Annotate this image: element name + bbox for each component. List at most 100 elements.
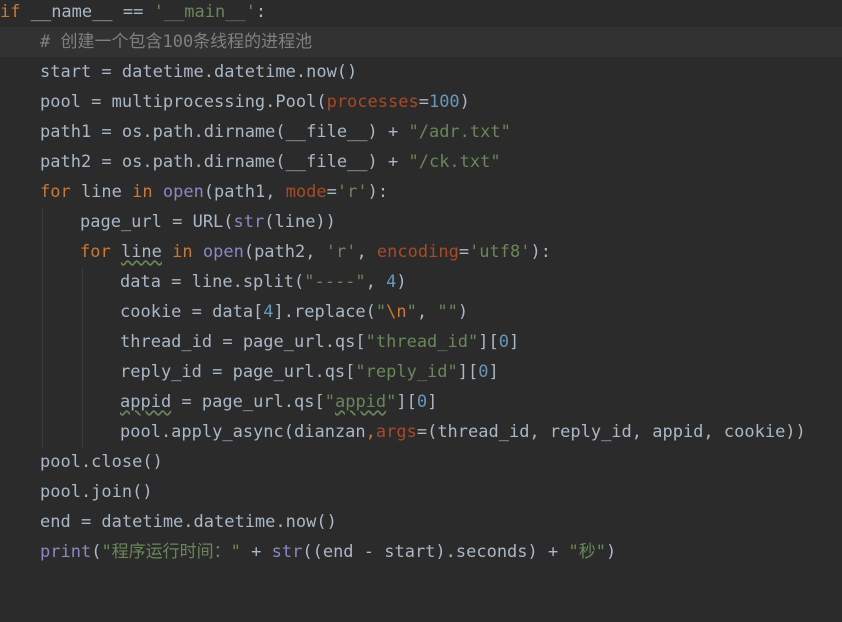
code-token: 4 — [263, 302, 274, 322]
code-token: ) — [457, 302, 469, 322]
code-text: path1 = os.path.dirname(__file__) + "/ad… — [40, 117, 511, 147]
code-token: == — [112, 2, 154, 22]
code-text: for line in open(path1, mode='r'): — [40, 177, 388, 207]
code-token: line — [80, 182, 133, 202]
code-text: pool = multiprocessing.Pool(processes=10… — [40, 87, 470, 117]
code-line[interactable]: for line in open(path1, mode='r'): — [0, 177, 842, 207]
code-token: , — [365, 422, 376, 442]
code-token: , — [356, 242, 377, 262]
code-token: " — [386, 392, 397, 412]
code-token: mode — [285, 182, 327, 202]
code-token: reply_id = page_url.qs[ — [120, 362, 356, 382]
code-token: 100 — [428, 92, 460, 112]
code-token: = page_url.qs[ — [171, 392, 325, 412]
code-token: "thread_id" — [365, 332, 479, 352]
code-token: end = datetime.datetime.now() — [40, 512, 337, 532]
code-token: path1 = os.path.dirname( — [40, 122, 286, 142]
code-text: reply_id = page_url.qs["reply_id"][0] — [120, 357, 499, 387]
code-text: thread_id = page_url.qs["thread_id"][0] — [120, 327, 519, 357]
code-token: ): — [530, 242, 551, 262]
code-line[interactable]: page_url = URL(str(line)) — [0, 207, 842, 237]
code-token: ): — [367, 182, 389, 202]
code-token: 0 — [498, 332, 509, 352]
code-token: ][ — [396, 392, 417, 412]
code-line[interactable]: reply_id = page_url.qs["reply_id"][0] — [0, 357, 842, 387]
code-token: __name__ — [30, 2, 113, 22]
code-token: ] — [508, 332, 520, 352]
code-text: appid = page_url.qs["appid"][0] — [120, 387, 437, 417]
code-token: ) + — [367, 122, 409, 142]
code-token: args — [375, 422, 417, 442]
code-token: open — [202, 242, 244, 262]
code-token: ][ — [478, 332, 499, 352]
code-token: ][ — [457, 362, 479, 382]
code-token: thread_id = page_url.qs[ — [120, 332, 366, 352]
code-token: = — [458, 242, 470, 262]
code-token: pool.close() — [40, 452, 163, 472]
code-token: , — [365, 272, 387, 292]
code-line[interactable]: start = datetime.datetime.now() — [0, 57, 842, 87]
code-text: pool.close() — [40, 447, 163, 477]
code-line[interactable]: end = datetime.datetime.now() — [0, 507, 842, 537]
code-token: + — [240, 542, 272, 562]
code-line[interactable]: pool.apply_async(dianzan,args=(thread_id… — [0, 417, 842, 447]
code-token: ] — [427, 392, 438, 412]
code-line[interactable]: path1 = os.path.dirname(__file__) + "/ad… — [0, 117, 842, 147]
code-token: 'r' — [325, 242, 357, 262]
code-line[interactable]: cookie = data[4].replace("\n", "") — [0, 297, 842, 327]
code-text: # 创建一个包含100条线程的进程池 — [40, 27, 312, 57]
code-token: data = line.split( — [120, 272, 305, 292]
code-line[interactable]: print("程序运行时间：" + str((end - start).seco… — [0, 537, 842, 567]
code-line[interactable]: data = line.split("----", 4) — [0, 267, 842, 297]
code-token: for — [80, 242, 121, 262]
code-token: ) — [605, 542, 617, 562]
code-token: ( — [91, 542, 102, 562]
code-token: appid — [120, 392, 172, 412]
code-token: str — [233, 212, 265, 232]
code-token: \n — [386, 302, 407, 322]
code-text: start = datetime.datetime.now() — [40, 57, 357, 87]
code-token: "reply_id" — [355, 362, 458, 382]
code-token: in — [132, 182, 163, 202]
code-line[interactable]: for line in open(path2, 'r', encoding='u… — [0, 237, 842, 267]
code-token: start = datetime.datetime.now() — [40, 62, 358, 82]
code-text: cookie = data[4].replace("\n", "") — [120, 297, 468, 327]
code-token: page_url = URL( — [80, 212, 234, 232]
code-line[interactable]: thread_id = page_url.qs["thread_id"][0] — [0, 327, 842, 357]
code-token: open — [162, 182, 204, 202]
code-editor[interactable]: if __name__ == '__main__': # 创建一个包含100条线程… — [0, 0, 842, 622]
code-token: "----" — [304, 272, 366, 292]
code-token: path2 = os.path.dirname( — [40, 152, 286, 172]
code-token: ) + — [367, 152, 409, 172]
code-token: : — [255, 2, 267, 22]
code-token: # 创建一个包含100条线程的进程池 — [40, 32, 313, 52]
code-token: 'utf8' — [469, 242, 531, 262]
code-line[interactable]: appid = page_url.qs["appid"][0] — [0, 387, 842, 417]
code-token: 'r' — [336, 182, 368, 202]
code-line-current[interactable]: # 创建一个包含100条线程的进程池 — [0, 27, 842, 57]
code-token: in — [172, 242, 203, 262]
code-token: ) — [396, 272, 407, 292]
code-token: pool.join() — [40, 482, 153, 502]
code-token: cookie = data[ — [120, 302, 264, 322]
code-token: print — [40, 542, 92, 562]
code-token: 0 — [478, 362, 489, 382]
code-token: "秒" — [568, 542, 606, 562]
code-line[interactable]: pool.close() — [0, 447, 842, 477]
code-line[interactable]: if __name__ == '__main__': — [0, 0, 842, 27]
code-token: ] — [488, 362, 499, 382]
code-token: pool = multiprocessing.Pool( — [40, 92, 327, 112]
code-token: , — [416, 302, 438, 322]
code-token: ].replace( — [273, 302, 376, 322]
code-line[interactable]: path2 = os.path.dirname(__file__) + "/ck… — [0, 147, 842, 177]
code-token: (path2, — [243, 242, 326, 262]
code-token: appid — [334, 392, 387, 412]
code-text: end = datetime.datetime.now() — [40, 507, 337, 537]
code-line[interactable]: pool = multiprocessing.Pool(processes=10… — [0, 87, 842, 117]
code-token: __file__ — [285, 122, 368, 142]
code-token: for — [40, 182, 81, 202]
code-token: " — [324, 392, 335, 412]
code-token: 4 — [386, 272, 397, 292]
code-line[interactable]: pool.join() — [0, 477, 842, 507]
